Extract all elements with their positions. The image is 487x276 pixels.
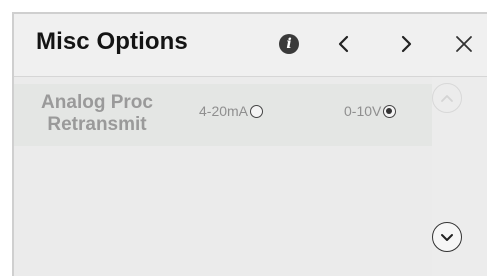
setting-label: Analog Proc Retransmit (22, 92, 172, 136)
setting-label-line1: Analog Proc (41, 92, 153, 113)
next-button[interactable] (393, 30, 419, 58)
chevron-right-icon (401, 35, 412, 53)
chevron-left-icon (338, 35, 349, 53)
chevron-down-icon (441, 234, 453, 241)
close-button[interactable] (451, 30, 477, 58)
radio-option-0-10v[interactable]: 0-10V (344, 103, 397, 119)
radio-button-selected[interactable] (383, 104, 397, 118)
page-title: Misc Options (36, 28, 188, 55)
setting-label-line2: Retransmit (47, 114, 147, 135)
radio-button-unselected[interactable] (250, 104, 264, 118)
chevron-up-icon (441, 95, 453, 102)
radio-option-label: 4-20mA (199, 103, 249, 119)
misc-options-panel: Misc Options i Analog Proc Retransmit 4-… (12, 12, 487, 276)
list-item-analog-proc-retransmit: Analog Proc Retransmit 4-20mA 0-10V (14, 84, 432, 146)
scroll-up-button[interactable] (432, 83, 462, 113)
scroll-down-button[interactable] (432, 222, 462, 252)
radio-option-4-20ma[interactable]: 4-20mA (199, 103, 264, 119)
close-icon (456, 36, 472, 52)
info-icon[interactable]: i (279, 34, 299, 54)
previous-button[interactable] (331, 30, 357, 58)
radio-option-label: 0-10V (344, 103, 382, 119)
panel-header: Misc Options i (14, 14, 487, 77)
